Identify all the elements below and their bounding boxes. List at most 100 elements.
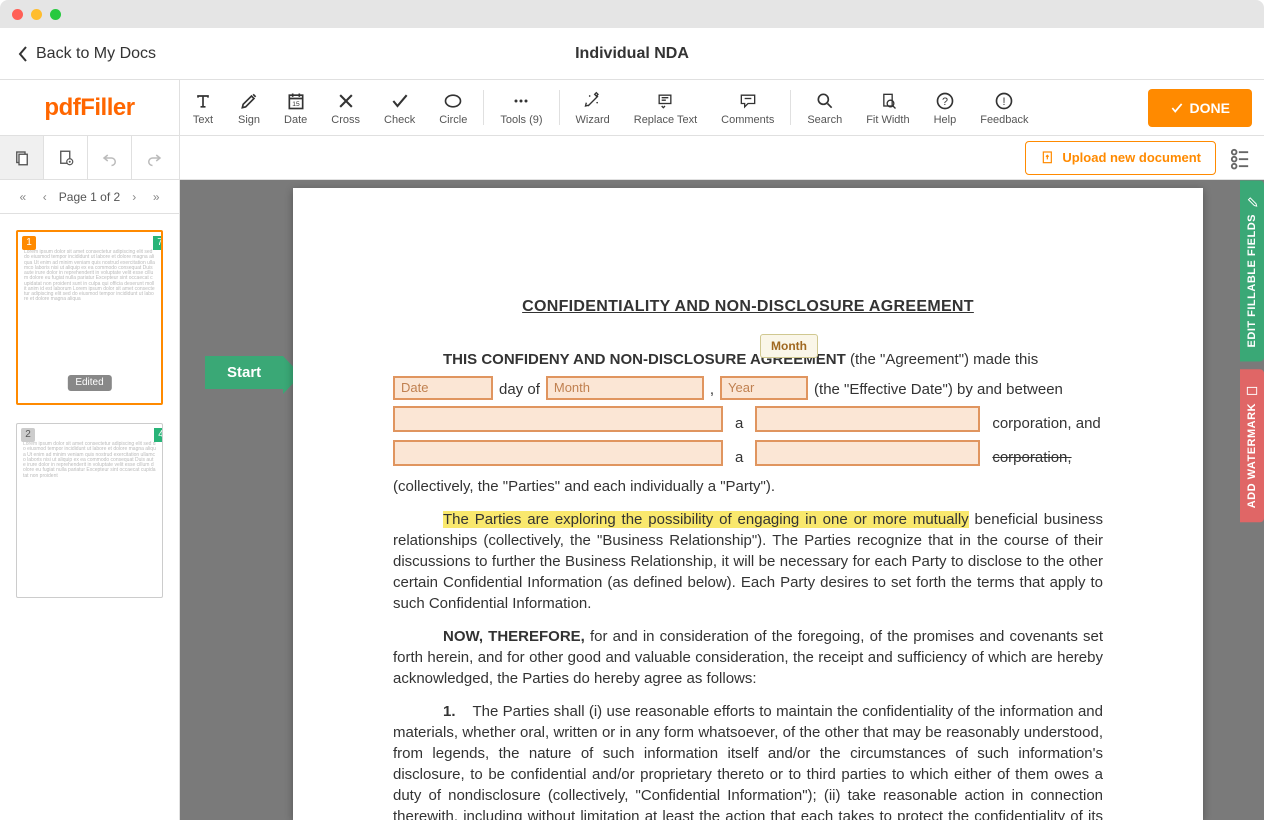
sliders-icon xyxy=(1226,144,1254,172)
sidebar: « ‹ Page 1 of 2 › » 1 7 Edited Lorem ips… xyxy=(0,180,180,820)
thumb-preview-text: Lorem ipsum dolor sit amet consectetur a… xyxy=(23,442,156,479)
calendar-icon: 15 xyxy=(285,90,307,112)
pages-icon xyxy=(13,149,31,167)
back-button[interactable]: Back to My Docs xyxy=(0,45,174,63)
comments-tool[interactable]: Comments xyxy=(709,80,786,135)
right-tabs: EDIT FILLABLE FIELDS ADD WATERMARK xyxy=(1240,180,1264,523)
replace-text-tool[interactable]: Replace Text xyxy=(622,80,709,135)
watermark-icon xyxy=(1245,383,1259,397)
help-tool[interactable]: ?Help xyxy=(922,80,969,135)
check-icon xyxy=(1170,101,1184,115)
wizard-tool[interactable]: Wizard xyxy=(564,80,622,135)
page-1: Month CONFIDENTIALITY AND NON-DISCLOSURE… xyxy=(293,188,1203,820)
year-field[interactable]: Year xyxy=(720,376,808,400)
parties-para: (collectively, the "Parties" and each in… xyxy=(393,476,1103,497)
thumbnails: 1 7 Edited Lorem ipsum dolor sit amet co… xyxy=(0,214,179,820)
done-button[interactable]: DONE xyxy=(1148,89,1252,127)
check-icon xyxy=(389,90,411,112)
toolbar: pdfFiller Text Sign 15Date Cross Check C… xyxy=(0,80,1264,136)
toolbar-divider xyxy=(790,90,791,125)
cross-icon xyxy=(335,90,357,112)
logo-cell: pdfFiller xyxy=(0,80,180,135)
done-wrap: DONE xyxy=(1136,80,1264,135)
redo-button[interactable] xyxy=(132,136,176,179)
business-para: The Parties are exploring the possibilit… xyxy=(393,509,1103,614)
text-icon xyxy=(192,90,214,112)
search-icon xyxy=(814,90,836,112)
dots-icon xyxy=(510,90,532,112)
intro-para: THIS CONFIDENY AND NON-DISCLOSURE AGREEM… xyxy=(393,340,1103,370)
clause-1: 1. The Parties shall (i) use reasonable … xyxy=(393,701,1103,820)
doc-title: CONFIDENTIALITY AND NON-DISCLOSURE AGREE… xyxy=(393,298,1103,316)
upload-document-button[interactable]: Upload new document xyxy=(1025,141,1216,175)
circle-tool[interactable]: Circle xyxy=(427,80,479,135)
view-settings-button[interactable] xyxy=(1226,144,1254,172)
party-2-name-field[interactable] xyxy=(393,440,723,466)
feedback-icon: ! xyxy=(993,90,1015,112)
month-field[interactable]: Month xyxy=(546,376,704,400)
secondary-bar: Upload new document xyxy=(0,136,1264,180)
pages-panel-toggle[interactable] xyxy=(0,136,44,179)
start-flag[interactable]: Start xyxy=(205,356,283,389)
date-tool[interactable]: 15Date xyxy=(272,80,319,135)
thumb-badge: 4 xyxy=(154,428,163,442)
redo-icon xyxy=(145,149,163,167)
party-2-type-field[interactable] xyxy=(755,440,980,466)
tools-menu[interactable]: Tools (9) xyxy=(488,80,554,135)
wizard-icon xyxy=(582,90,604,112)
document-title: Individual NDA xyxy=(575,45,689,63)
toolbar-divider xyxy=(559,90,560,125)
svg-text:15: 15 xyxy=(292,101,300,108)
page-prev[interactable]: ‹ xyxy=(37,190,53,204)
thumbnail-page-1[interactable]: 1 7 Edited Lorem ipsum dolor sit amet co… xyxy=(16,230,163,405)
feedback-tool[interactable]: !Feedback xyxy=(968,80,1040,135)
sign-icon xyxy=(238,90,260,112)
date-field[interactable]: Date xyxy=(393,376,493,400)
thumb-badge: 7 xyxy=(153,236,163,250)
edit-icon xyxy=(1245,194,1259,208)
thumb-num: 2 xyxy=(21,428,35,442)
thumb-edited-label: Edited xyxy=(67,375,111,391)
document-canvas[interactable]: Start Please, check this paragraph caref… xyxy=(180,180,1264,820)
window-close-dot[interactable] xyxy=(12,9,23,20)
help-icon: ? xyxy=(934,90,956,112)
window-max-dot[interactable] xyxy=(50,9,61,20)
party-1-name-field[interactable] xyxy=(393,406,723,432)
edit-fields-tab[interactable]: EDIT FILLABLE FIELDS xyxy=(1240,180,1264,361)
window-chrome xyxy=(0,0,1264,28)
cross-tool[interactable]: Cross xyxy=(319,80,372,135)
svg-text:?: ? xyxy=(942,96,948,108)
now-therefore-para: NOW, THEREFORE, for and in consideration… xyxy=(393,626,1103,689)
page-next[interactable]: › xyxy=(126,190,142,204)
undo-icon xyxy=(101,149,119,167)
party-1-type-field[interactable] xyxy=(755,406,980,432)
page-first[interactable]: « xyxy=(15,190,31,204)
sign-tool[interactable]: Sign xyxy=(226,80,272,135)
header-bar: Back to My Docs Individual NDA xyxy=(0,28,1264,80)
page-settings-button[interactable] xyxy=(44,136,88,179)
party-row-2: a corporation, xyxy=(393,440,1103,466)
toolbar-divider xyxy=(483,90,484,125)
page-last[interactable]: » xyxy=(148,190,164,204)
main: « ‹ Page 1 of 2 › » 1 7 Edited Lorem ips… xyxy=(0,180,1264,820)
fit-width-tool[interactable]: Fit Width xyxy=(854,80,921,135)
thumb-num: 1 xyxy=(22,236,36,250)
check-tool[interactable]: Check xyxy=(372,80,427,135)
page-indicator: Page 1 of 2 xyxy=(59,190,120,204)
thumb-preview-text: Lorem ipsum dolor sit amet consectetur a… xyxy=(24,250,155,303)
pager: « ‹ Page 1 of 2 › » xyxy=(0,180,179,214)
undo-button[interactable] xyxy=(88,136,132,179)
page-gear-icon xyxy=(57,149,75,167)
party-row-1: a corporation, and xyxy=(393,406,1103,432)
sec-right: Upload new document xyxy=(180,136,1264,179)
tool-groups: Text Sign 15Date Cross Check Circle Tool… xyxy=(180,80,1136,135)
window-min-dot[interactable] xyxy=(31,9,42,20)
chevron-left-icon xyxy=(18,46,28,62)
add-watermark-tab[interactable]: ADD WATERMARK xyxy=(1240,369,1264,522)
comment-icon xyxy=(737,90,759,112)
circle-icon xyxy=(442,90,464,112)
thumbnail-page-2[interactable]: 2 4 Lorem ipsum dolor sit amet consectet… xyxy=(16,423,163,598)
search-tool[interactable]: Search xyxy=(795,80,854,135)
text-tool[interactable]: Text xyxy=(180,80,226,135)
highlighted-text: The Parties are exploring the possibilit… xyxy=(443,511,969,528)
